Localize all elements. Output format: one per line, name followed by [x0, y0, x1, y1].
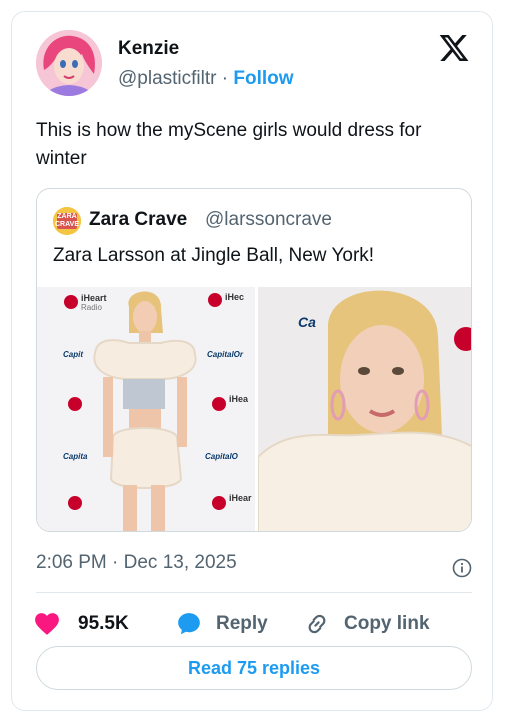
copy-link-button[interactable]: Copy link — [304, 608, 430, 640]
quoted-post[interactable]: ZARA CRAVE Zara Crave @larssoncrave Zara… — [36, 188, 472, 532]
info-icon[interactable] — [452, 558, 472, 578]
tweet-text: This is how the myScene girls would dres… — [36, 120, 422, 169]
embedded-post-card: Kenzie @plasticfiltr · Follow This is ho… — [11, 11, 493, 711]
backdrop-iheart-text-2: iHec — [225, 292, 244, 302]
backdrop-capital-text-4: CapitalO — [205, 452, 239, 461]
separator-dot: · — [221, 68, 229, 89]
author-handle-row: @plasticfiltr · Follow — [118, 68, 294, 90]
author-handle[interactable]: @plasticfiltr — [118, 68, 216, 89]
backdrop-capital-text-1: Capit — [63, 350, 83, 359]
reply-button[interactable]: Reply — [176, 608, 268, 640]
backdrop-iheart-text-3: iHea — [229, 394, 249, 404]
quoted-author-name[interactable]: Zara Crave — [89, 209, 187, 231]
quoted-avatar-text: ZARA CRAVE — [55, 213, 79, 228]
author-avatar[interactable] — [36, 30, 102, 96]
like-count: 95.5K — [78, 613, 129, 634]
divider — [36, 592, 472, 593]
backdrop-iheart-text-4: iHear — [229, 493, 252, 503]
backdrop-radio-text-1: Radio — [81, 303, 102, 312]
follow-button[interactable]: Follow — [233, 68, 293, 89]
quoted-photo-left[interactable]: iHeart Radio iHec Capit CapitalOr Capita… — [37, 287, 255, 531]
read-replies-button[interactable]: Read 75 replies — [36, 646, 472, 690]
quoted-photo-right[interactable]: Ca — [258, 287, 471, 531]
quoted-author-avatar[interactable]: ZARA CRAVE — [53, 207, 81, 235]
backdrop-capital-text-5: Ca — [298, 314, 316, 330]
reply-bubble-icon — [178, 613, 200, 635]
backdrop-capital-text-2: CapitalOr — [207, 350, 244, 359]
quoted-author-handle[interactable]: @larssoncrave — [205, 209, 332, 231]
author-name[interactable]: Kenzie — [118, 38, 179, 60]
backdrop-iheart-text-1: iHeart — [81, 293, 107, 303]
quoted-text: Zara Larsson at Jingle Ball, New York! — [53, 245, 375, 266]
like-button[interactable]: 95.5K — [34, 608, 129, 640]
x-logo-icon[interactable] — [438, 32, 470, 64]
reply-label: Reply — [216, 613, 268, 634]
backdrop-capital-text-3: Capita — [63, 452, 88, 461]
link-icon — [308, 614, 326, 634]
post-timestamp[interactable]: 2:06 PM · Dec 13, 2025 — [36, 552, 237, 574]
copy-link-label: Copy link — [344, 613, 430, 634]
heart-icon — [35, 613, 59, 635]
